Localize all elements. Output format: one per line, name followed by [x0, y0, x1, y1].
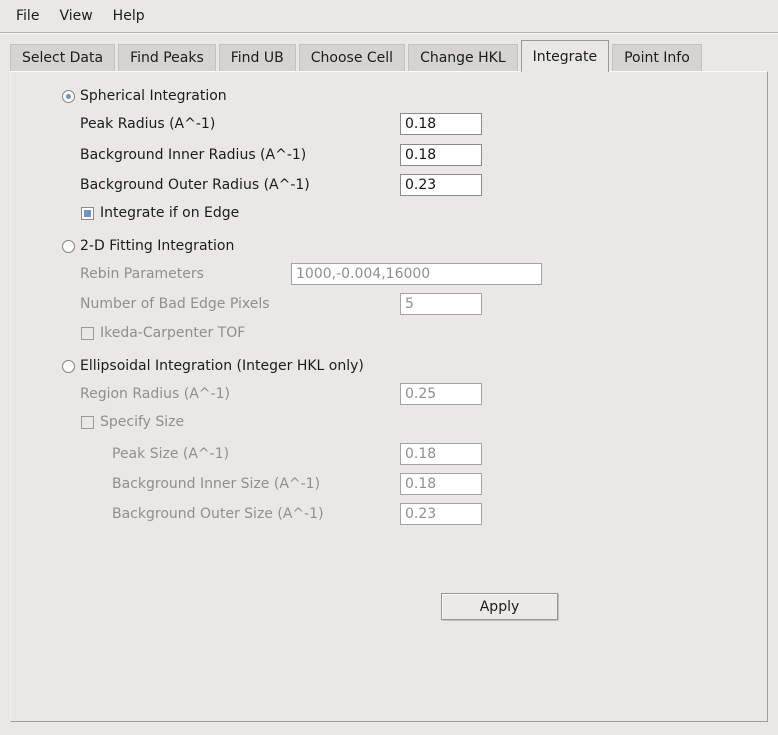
menu-bar: File View Help: [0, 0, 778, 33]
tab-choose-cell[interactable]: Choose Cell: [298, 44, 406, 71]
background-inner-size-input: [400, 473, 482, 495]
background-outer-size-label: Background Outer Size (A^-1): [112, 506, 324, 522]
tab-select-data[interactable]: Select Data: [10, 44, 116, 71]
menu-file[interactable]: File: [6, 6, 49, 26]
background-inner-radius-label: Background Inner Radius (A^-1): [80, 147, 307, 163]
background-outer-radius-input[interactable]: [400, 174, 482, 196]
ellipsoidal-integration-radio[interactable]: [62, 360, 75, 373]
apply-button[interactable]: Apply: [441, 593, 558, 620]
rebin-parameters-label: Rebin Parameters: [80, 266, 204, 282]
integrate-if-on-edge-label: Integrate if on Edge: [100, 205, 240, 221]
peak-size-input: [400, 443, 482, 465]
ikeda-carpenter-tof-checkbox: [81, 327, 94, 340]
specify-size-label: Specify Size: [100, 414, 185, 430]
tab-bar: Select Data Find Peaks Find UB Choose Ce…: [10, 40, 705, 72]
bad-edge-pixels-input: [400, 293, 482, 315]
tab-change-hkl[interactable]: Change HKL: [408, 44, 518, 71]
bad-edge-pixels-label: Number of Bad Edge Pixels: [80, 296, 270, 312]
background-outer-radius-label: Background Outer Radius (A^-1): [80, 177, 310, 193]
integrate-if-on-edge-checkbox[interactable]: [81, 207, 94, 220]
rebin-parameters-input: [291, 263, 542, 285]
region-radius-input: [400, 383, 482, 405]
fitting-2d-integration-radio[interactable]: [62, 240, 75, 253]
peak-radius-label: Peak Radius (A^-1): [80, 116, 216, 132]
specify-size-checkbox: [81, 416, 94, 429]
background-inner-size-label: Background Inner Size (A^-1): [112, 476, 321, 492]
tab-find-ub[interactable]: Find UB: [218, 44, 296, 71]
tab-point-info[interactable]: Point Info: [612, 44, 702, 71]
menu-view[interactable]: View: [49, 6, 102, 26]
tab-integrate[interactable]: Integrate: [520, 40, 610, 72]
background-inner-radius-input[interactable]: [400, 144, 482, 166]
tab-find-peaks[interactable]: Find Peaks: [118, 44, 216, 71]
peak-radius-input[interactable]: [400, 113, 482, 135]
peak-size-label: Peak Size (A^-1): [112, 446, 230, 462]
background-outer-size-input: [400, 503, 482, 525]
integrate-window: File View Help Select Data Find Peaks Fi…: [0, 0, 778, 735]
fitting-2d-integration-label: 2-D Fitting Integration: [80, 238, 235, 254]
spherical-integration-radio[interactable]: [62, 90, 75, 103]
region-radius-label: Region Radius (A^-1): [80, 386, 230, 402]
ikeda-carpenter-tof-label: Ikeda-Carpenter TOF: [100, 325, 246, 341]
ellipsoidal-integration-label: Ellipsoidal Integration (Integer HKL onl…: [80, 358, 364, 374]
integrate-panel: Spherical Integration Peak Radius (A^-1)…: [10, 71, 768, 722]
spherical-integration-label: Spherical Integration: [80, 88, 227, 104]
menu-help[interactable]: Help: [103, 6, 155, 26]
